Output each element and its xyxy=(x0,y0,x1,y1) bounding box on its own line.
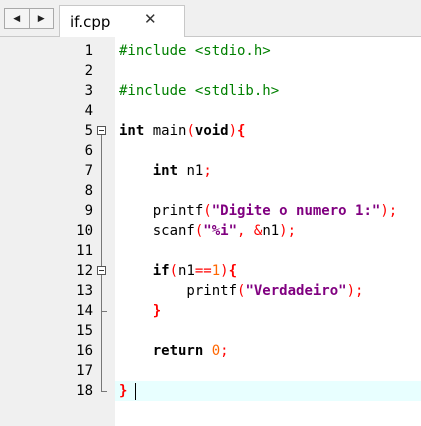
code-token: } xyxy=(119,383,128,399)
code-token: } xyxy=(152,303,162,319)
code-token: "Verdadeiro" xyxy=(245,283,347,299)
line-number: 1 xyxy=(84,43,93,59)
tab-label: if.cpp xyxy=(70,13,111,31)
line-number: 2 xyxy=(84,63,93,79)
tab-if-cpp[interactable]: if.cpp ✕ xyxy=(59,5,185,37)
line-number: 6 xyxy=(84,143,93,159)
line-number: 8 xyxy=(84,183,93,199)
code-token: "Digite o numero 1:" xyxy=(211,203,381,219)
line-number: 5 xyxy=(84,123,93,139)
tab-bar: ◀ ▶ if.cpp ✕ xyxy=(0,0,421,37)
code-token: ( xyxy=(169,263,179,279)
line-number: 18 xyxy=(76,383,93,399)
code-token: n1 xyxy=(178,163,204,179)
code-token: ); xyxy=(346,283,364,299)
close-tab-icon[interactable]: ✕ xyxy=(144,10,157,28)
code-token: #include <stdlib.h> xyxy=(119,83,280,99)
code-token: n1 xyxy=(262,223,280,239)
code-token: return xyxy=(152,343,204,359)
code-line: return 0; xyxy=(119,341,229,361)
fold-collapse-icon[interactable] xyxy=(97,266,106,275)
tab-scroll-left-icon[interactable]: ◀ xyxy=(5,9,29,28)
line-number: 11 xyxy=(76,243,93,259)
fold-end-marker xyxy=(101,311,107,312)
code-line: } xyxy=(119,301,161,321)
code-token: ) xyxy=(220,263,229,279)
code-line: int main(void){ xyxy=(119,121,245,141)
line-number-gutter: 1 2 3 4 5 6 7 8 9 10 11 12 13 14 15 16 17 18 xyxy=(0,37,115,426)
code-line: scanf("%i", &n1); xyxy=(119,221,296,241)
code-line: printf("Digite o numero 1:"); xyxy=(119,201,397,221)
fold-collapse-icon[interactable] xyxy=(97,126,106,135)
line-number: 3 xyxy=(84,83,93,99)
code-token: "%i" xyxy=(203,223,238,239)
code-line: printf("Verdadeiro"); xyxy=(119,281,363,301)
line-number: 17 xyxy=(76,363,93,379)
code-token: { xyxy=(228,263,238,279)
code-token: printf xyxy=(119,283,238,299)
code-token: , & xyxy=(237,223,263,239)
code-token: ; xyxy=(220,343,229,359)
code-token: ); xyxy=(279,223,297,239)
line-number: 7 xyxy=(84,163,93,179)
code-token: int xyxy=(119,123,145,139)
code-token: scanf xyxy=(119,223,195,239)
code-line: if(n1==1){ xyxy=(119,261,237,281)
code-token: ( xyxy=(203,203,212,219)
current-line-highlight xyxy=(115,381,421,401)
line-number: 4 xyxy=(84,103,93,119)
fold-guide xyxy=(101,135,102,391)
code-token: ; xyxy=(203,163,212,179)
code-token: printf xyxy=(119,203,204,219)
code-token: n1 xyxy=(178,263,195,279)
code-token: if xyxy=(152,263,170,279)
code-token: main xyxy=(144,123,187,139)
line-number: 14 xyxy=(76,303,93,319)
code-token: #include <stdio.h> xyxy=(119,43,271,59)
code-token: void xyxy=(194,123,229,139)
line-number: 9 xyxy=(84,203,93,219)
line-number: 15 xyxy=(76,323,93,339)
code-token: { xyxy=(237,123,246,139)
text-cursor xyxy=(135,383,136,400)
code-token: ) xyxy=(228,123,238,139)
code-token: ( xyxy=(186,123,195,139)
code-line: #include <stdio.h> xyxy=(119,41,271,61)
code-token: == xyxy=(194,263,212,279)
code-token: 0 xyxy=(211,343,221,359)
line-number: 13 xyxy=(76,283,93,299)
tab-scroll-right-icon[interactable]: ▶ xyxy=(28,9,54,28)
code-token: int xyxy=(152,163,179,179)
fold-end-marker xyxy=(101,391,107,392)
code-line: int n1; xyxy=(119,161,212,181)
line-number: 16 xyxy=(76,343,93,359)
code-token: 1 xyxy=(211,263,221,279)
code-line: } xyxy=(119,381,127,401)
code-token: ); xyxy=(380,203,398,219)
tab-navigation: ◀ ▶ xyxy=(4,8,54,29)
line-number: 12 xyxy=(76,263,93,279)
line-number: 10 xyxy=(76,223,93,239)
code-line: #include <stdlib.h> xyxy=(119,81,279,101)
